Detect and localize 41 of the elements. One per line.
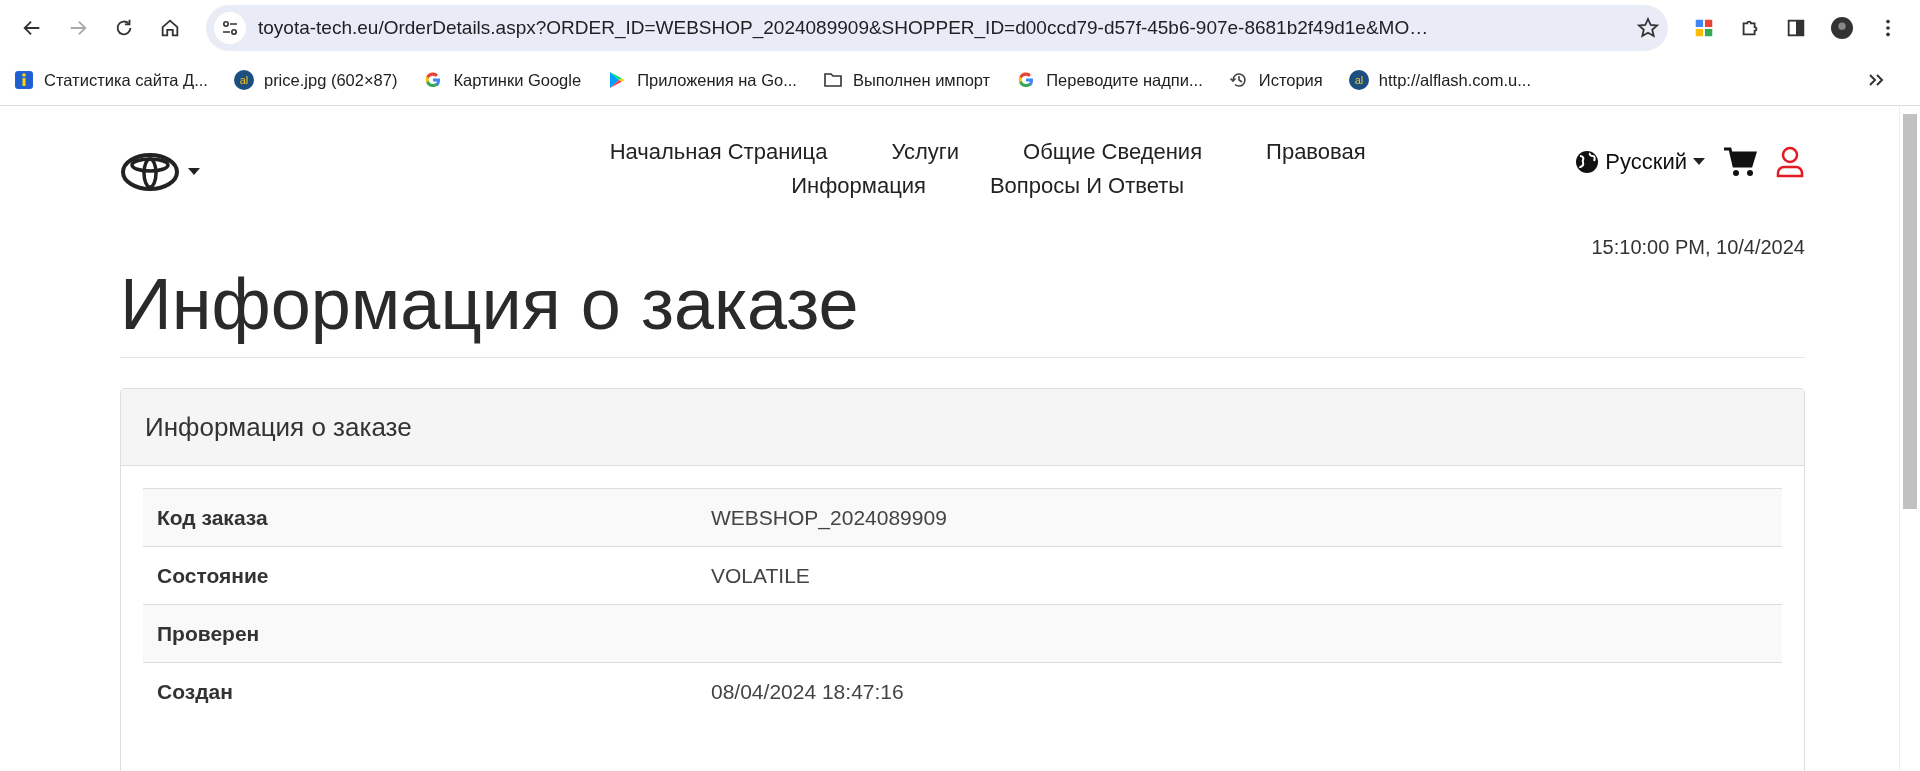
scrollbar[interactable]: [1899, 106, 1920, 771]
field-label: Код заказа: [156, 505, 269, 530]
nav-link[interactable]: Начальная Страница: [609, 136, 828, 168]
al-logo-icon: al: [1348, 70, 1369, 90]
bookmark-item[interactable]: История: [1228, 70, 1323, 90]
bookmark-item[interactable]: Приложения на Go...: [607, 70, 797, 90]
user-icon[interactable]: [1775, 146, 1805, 178]
history-icon: [1228, 70, 1249, 90]
page-title: Информация о заказе: [120, 263, 1805, 358]
nav-link[interactable]: Правовая: [1266, 136, 1366, 168]
panel-title: Информация о заказе: [121, 389, 1804, 466]
bookmark-item[interactable]: Переводите надпи...: [1016, 70, 1203, 90]
al-logo-icon: al: [233, 70, 254, 90]
field-value: VOLATILE: [711, 563, 811, 588]
oval-logo-icon[interactable]: [120, 152, 180, 192]
caret-icon: [1693, 158, 1705, 166]
language-dropdown[interactable]: Русский: [1575, 149, 1705, 175]
nav-link[interactable]: Вопросы И Ответы: [989, 170, 1185, 202]
field-value: WEBSHOP_2024089909: [711, 505, 948, 530]
caret-icon[interactable]: [188, 168, 200, 176]
site-settings-icon[interactable]: [214, 11, 246, 44]
bookmark-item[interactable]: al price.jpg (602×87): [233, 70, 398, 90]
date-time: 15:10:00 PM, 10/4/2024: [1591, 236, 1805, 259]
nav-link[interactable]: Информация: [791, 170, 926, 202]
bookmark-item[interactable]: al http://alflash.com.u...: [1348, 70, 1532, 90]
cart-icon[interactable]: [1723, 146, 1757, 178]
field-value: 08/04/2024 18:47:16: [711, 679, 905, 704]
bookmark-item[interactable]: Выполнен импорт: [822, 70, 991, 90]
globe-icon: [1575, 150, 1600, 174]
folder-icon: [822, 70, 843, 90]
field-label: Проверен: [156, 621, 261, 646]
url-text: toyota-tech.eu/OrderDetails.aspx?ORDER_ID=WEBSHOP_2024089909&SHOPPER_ID=d00ccd79-d57f-45b6-907e-8681b2f49d1e&MO…: [258, 16, 1430, 39]
star-icon[interactable]: [1636, 15, 1660, 40]
info-icon: [14, 70, 34, 90]
nav-link[interactable]: Услуги: [891, 136, 960, 168]
field-label: Состояние: [156, 563, 270, 588]
nav-link[interactable]: Общие Сведения: [1023, 136, 1203, 168]
field-label: Создан: [156, 679, 234, 704]
address-bar[interactable]: toyota-tech.eu/OrderDetails.aspx?ORDER_ID=WEBSHOP_2024089909&SHOPPER_ID=d00ccd79-d57f-45b6-907e-8681b2f49d1e&MO…: [206, 4, 1668, 51]
bookmark-item[interactable]: Статистика сайта Д...: [14, 70, 208, 90]
bookmark-item[interactable]: Картинки Google: [423, 70, 582, 90]
